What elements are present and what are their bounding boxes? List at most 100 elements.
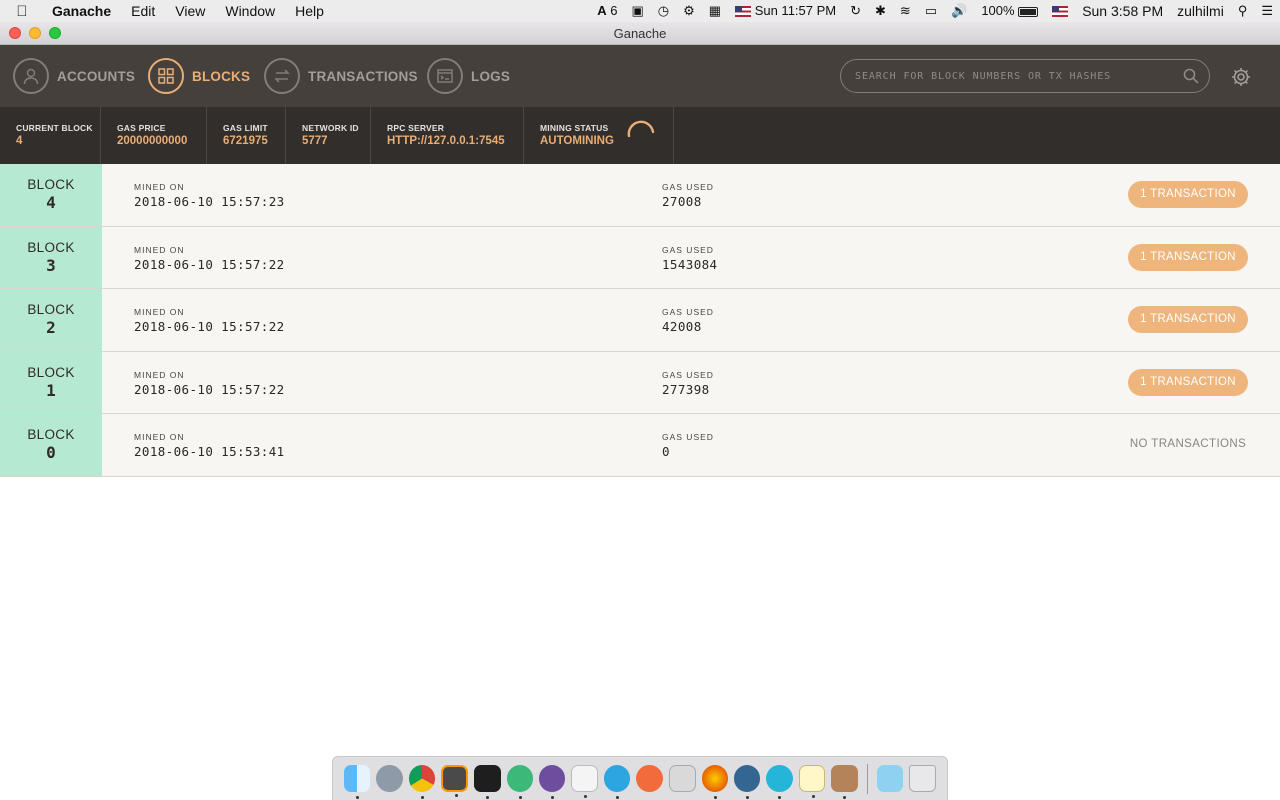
gauge-icon[interactable]: ◷ bbox=[651, 0, 676, 22]
dock-separator bbox=[866, 763, 868, 794]
sublime-icon[interactable] bbox=[441, 765, 469, 797]
accounts-icon bbox=[13, 58, 49, 94]
mining-spinner-icon bbox=[627, 120, 655, 138]
user-name[interactable]: zulhilmi bbox=[1170, 0, 1231, 22]
stat-label: NETWORK ID bbox=[302, 123, 359, 133]
airplay-icon[interactable]: ▭ bbox=[918, 0, 944, 22]
postman-icon[interactable] bbox=[636, 765, 663, 792]
stat-value: 20000000000 bbox=[117, 135, 188, 147]
battery-status[interactable]: 100% bbox=[974, 0, 1045, 22]
mined-on-label: MINED ON bbox=[134, 182, 185, 192]
running-indicator bbox=[843, 796, 847, 799]
slack-icon[interactable] bbox=[571, 765, 598, 798]
nav-accounts-label: ACCOUNTS bbox=[57, 68, 136, 84]
block-number: 0 bbox=[46, 443, 56, 463]
running-indicator bbox=[584, 795, 588, 798]
keyboard-icon[interactable]: ▦ bbox=[702, 0, 728, 22]
github-icon[interactable] bbox=[538, 765, 566, 799]
block-label: BLOCK bbox=[27, 427, 75, 443]
window-title-bar: Ganache bbox=[0, 22, 1280, 45]
window-title: Ganache bbox=[613, 26, 667, 41]
telegram-icon[interactable] bbox=[604, 765, 631, 799]
spotlight-icon[interactable]: ⚲ bbox=[1231, 0, 1255, 22]
adobe-icon[interactable]: A 6 bbox=[590, 0, 624, 22]
sound-icon[interactable] bbox=[766, 765, 793, 799]
clock-main[interactable]: Sun 3:58 PM bbox=[1075, 0, 1170, 22]
search-icon[interactable] bbox=[1183, 68, 1199, 84]
gas-used-value: 277398 bbox=[662, 381, 710, 397]
mined-on-value: 2018-06-10 15:57:22 bbox=[134, 319, 285, 335]
search-input[interactable] bbox=[855, 70, 1183, 82]
maximize-window-button[interactable] bbox=[49, 27, 61, 39]
notes-icon[interactable] bbox=[798, 765, 826, 798]
stat-value: 5777 bbox=[302, 135, 328, 147]
nav-blocks-label: BLOCKS bbox=[192, 68, 251, 84]
docker-icon[interactable]: ▣ bbox=[624, 0, 650, 22]
transaction-count-badge[interactable]: 1 TRANSACTION bbox=[1128, 243, 1248, 271]
trash-icon[interactable] bbox=[909, 765, 936, 792]
menu-app-name[interactable]: Ganache bbox=[44, 0, 121, 22]
time-machine-icon[interactable]: ↻ bbox=[843, 0, 868, 22]
gas-used-label: GAS USED bbox=[662, 432, 714, 443]
adobe-count: 6 bbox=[610, 3, 618, 18]
us-flag-icon bbox=[1052, 6, 1069, 18]
gas-used-field: GAS USED 27008 bbox=[662, 182, 714, 209]
disk-utility-icon[interactable] bbox=[668, 765, 696, 792]
transaction-count-badge[interactable]: 1 TRANSACTION bbox=[1128, 181, 1248, 208]
transaction-count-badge[interactable]: 1 TRANSACTION bbox=[1128, 306, 1248, 334]
chrome-icon[interactable] bbox=[408, 765, 436, 799]
clock-secondary: Sun 11:57 PM bbox=[754, 3, 837, 18]
stat-rpc-server: RPC SERVER HTTP://127.0.0.1:7545 bbox=[371, 107, 524, 164]
postgres-icon[interactable] bbox=[733, 765, 761, 799]
nav-logs[interactable]: LOGS bbox=[427, 57, 510, 95]
close-window-button[interactable] bbox=[9, 27, 21, 39]
menu-edit[interactable]: Edit bbox=[121, 0, 165, 22]
apple-menu-icon[interactable]:  bbox=[0, 3, 44, 20]
terminal-icon[interactable] bbox=[474, 765, 501, 799]
downloads-icon[interactable] bbox=[876, 765, 904, 792]
bluetooth-icon[interactable]: ✱ bbox=[868, 0, 893, 22]
nav-accounts[interactable]: ACCOUNTS bbox=[13, 57, 135, 95]
running-indicator bbox=[550, 796, 554, 799]
mined-on-value: 2018-06-10 15:57:22 bbox=[134, 256, 285, 272]
launchpad-icon[interactable] bbox=[376, 765, 403, 792]
atom-icon[interactable] bbox=[506, 765, 533, 799]
running-indicator bbox=[713, 796, 717, 799]
no-transactions-label: NO TRANSACTIONS bbox=[1129, 438, 1247, 451]
gas-used-value: 1543084 bbox=[662, 256, 718, 272]
gas-used-label: GAS USED bbox=[662, 307, 714, 318]
menu-window[interactable]: Window bbox=[215, 0, 285, 22]
running-indicator bbox=[420, 796, 424, 799]
settings-gear-icon[interactable] bbox=[1230, 66, 1252, 88]
firefox-icon[interactable] bbox=[701, 765, 728, 799]
transaction-count-badge[interactable]: 1 TRANSACTION bbox=[1128, 368, 1248, 396]
ganache-icon[interactable] bbox=[831, 765, 858, 799]
stat-label: CURRENT BLOCK bbox=[16, 123, 93, 133]
block-row[interactable]: BLOCK 0 MINED ON 2018-06-10 15:53:41 GAS… bbox=[0, 414, 1280, 477]
menu-help[interactable]: Help bbox=[285, 0, 334, 22]
wifi-icon[interactable]: ≋ bbox=[893, 0, 918, 22]
block-row[interactable]: BLOCK 2 MINED ON 2018-06-10 15:57:22 GAS… bbox=[0, 289, 1280, 352]
finder-icon[interactable] bbox=[344, 765, 371, 799]
gas-used-value: 42008 bbox=[662, 319, 702, 335]
nav-transactions[interactable]: TRANSACTIONS bbox=[264, 57, 418, 95]
gas-used-field: GAS USED 1543084 bbox=[662, 245, 717, 272]
block-row[interactable]: BLOCK 1 MINED ON 2018-06-10 15:57:22 GAS… bbox=[0, 351, 1280, 415]
nav-blocks[interactable]: BLOCKS bbox=[148, 57, 250, 95]
block-row[interactable]: BLOCK 4 MINED ON 2018-06-10 15:57:23 GAS… bbox=[0, 164, 1280, 227]
block-number-cell: BLOCK 4 bbox=[0, 164, 102, 226]
block-number: 4 bbox=[46, 193, 56, 212]
wrench-icon[interactable]: ⚙ bbox=[676, 0, 702, 22]
mined-on-value: 2018-06-10 15:53:41 bbox=[134, 444, 285, 460]
gas-used-value: 27008 bbox=[662, 194, 702, 209]
stat-network-id: NETWORK ID 5777 bbox=[286, 107, 371, 164]
volume-icon[interactable]: 🔊 bbox=[944, 0, 974, 22]
mined-on-label: MINED ON bbox=[134, 244, 185, 255]
world-clock[interactable]: Sun 11:57 PM bbox=[728, 0, 843, 22]
notification-center-icon[interactable]: ☰ bbox=[1254, 0, 1280, 22]
stat-value: 6721975 bbox=[223, 135, 268, 147]
input-source-icon[interactable] bbox=[1045, 0, 1075, 22]
minimize-window-button[interactable] bbox=[29, 27, 41, 39]
block-row[interactable]: BLOCK 3 MINED ON 2018-06-10 15:57:22 GAS… bbox=[0, 226, 1280, 290]
menu-view[interactable]: View bbox=[165, 0, 215, 22]
